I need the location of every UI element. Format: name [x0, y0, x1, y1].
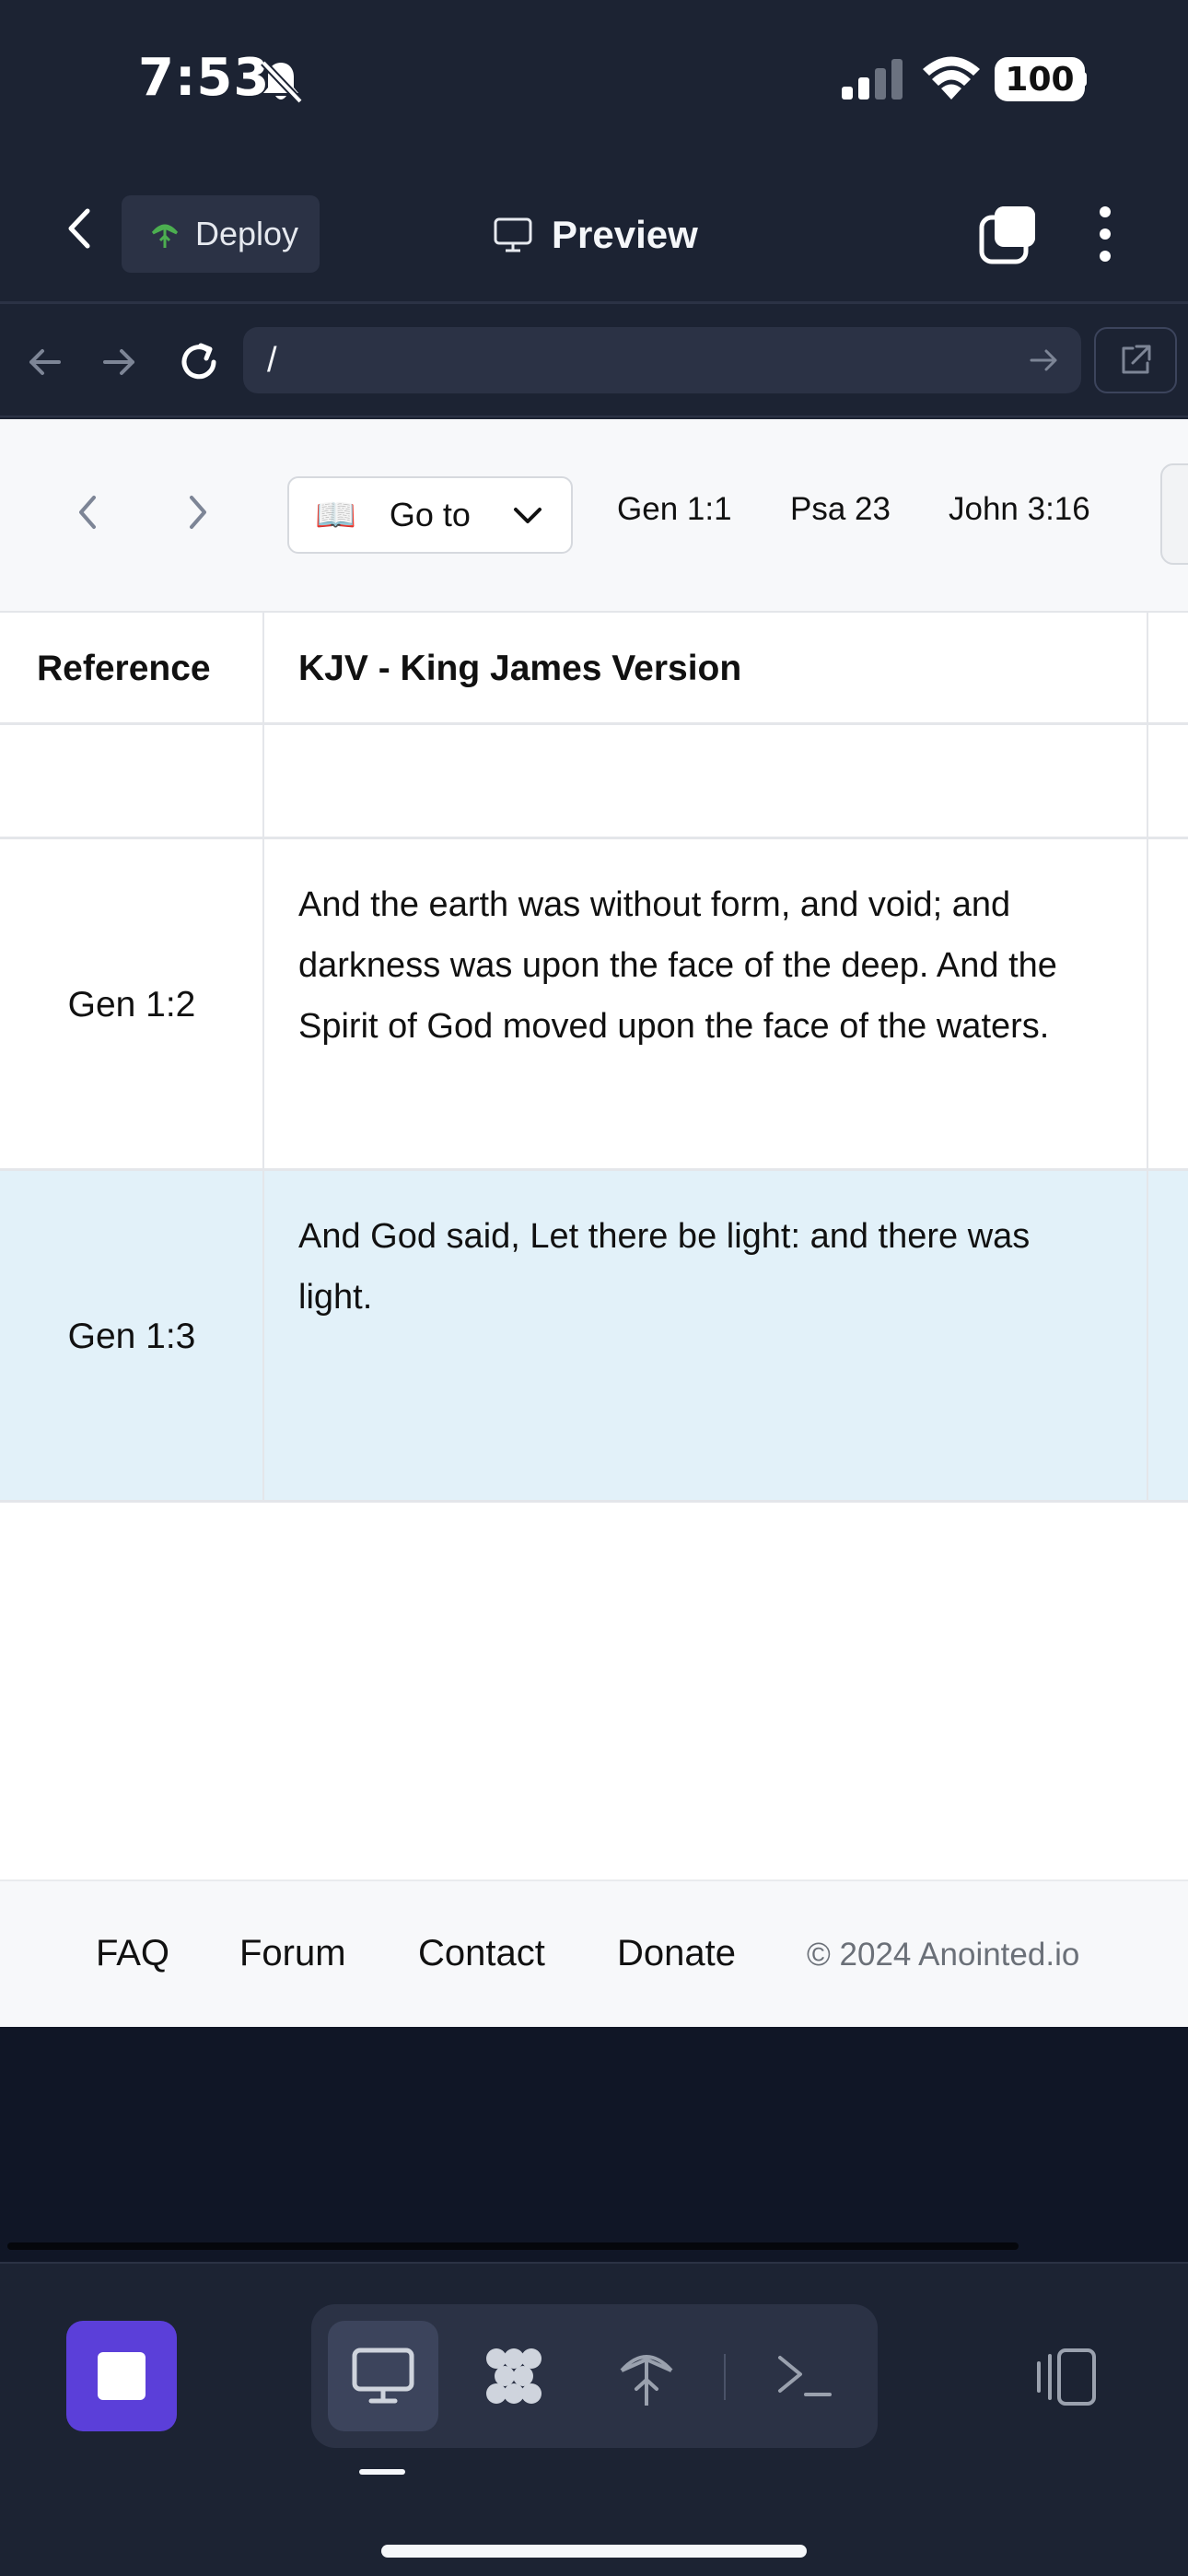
url-text: /: [267, 340, 277, 380]
bible-toolbar: 📖 Go to Gen 1:1 Psa 23 John 3:16: [0, 419, 1188, 613]
footer-link-forum[interactable]: Forum: [239, 1933, 346, 1974]
external-link-icon: [1122, 345, 1151, 374]
tabs-icon[interactable]: [976, 203, 1039, 265]
status-bar: 7:53 100: [0, 0, 1188, 161]
app-header: Deploy Preview: [0, 161, 1188, 304]
url-input[interactable]: /: [243, 327, 1081, 393]
row-verse-text: And God said, Let there be light: and th…: [298, 1217, 1031, 1317]
quick-link-john-3-16[interactable]: John 3:16: [949, 491, 1090, 528]
quick-link-psa-23[interactable]: Psa 23: [790, 491, 891, 528]
browser-forward-button[interactable]: [90, 333, 149, 392]
column-divider: [262, 613, 264, 1503]
active-tab-indicator: [359, 2469, 405, 2475]
bottom-toolbar: [0, 2262, 1188, 2576]
reload-icon: [181, 343, 216, 380]
preview-tab-button[interactable]: [328, 2321, 438, 2431]
monitor-icon: [494, 217, 532, 252]
stop-button[interactable]: [66, 2321, 177, 2431]
address-bar: /: [0, 307, 1188, 417]
deploy-icon: [151, 224, 179, 248]
stop-icon: [98, 2352, 146, 2400]
table-header: Reference KJV - King James Version: [0, 613, 1188, 725]
arrow-left-icon: [29, 349, 61, 375]
chevron-down-icon: [514, 508, 542, 523]
footer-link-faq[interactable]: FAQ: [96, 1933, 169, 1974]
site-footer: FAQ Forum Contact Donate © 2024 Anointed…: [0, 1879, 1188, 2027]
book-icon: 📖: [315, 497, 356, 534]
horizontal-scrollbar[interactable]: [7, 2242, 1019, 2250]
goto-dropdown[interactable]: 📖 Go to: [287, 476, 573, 554]
row-verse-text: And the earth was without form, and void…: [298, 885, 1057, 1046]
view-switcher: [311, 2304, 878, 2448]
workspace-tab-button[interactable]: [459, 2321, 569, 2431]
footer-link-donate[interactable]: Donate: [617, 1933, 736, 1974]
header-kjv: KJV - King James Version: [298, 649, 742, 688]
row-reference: Gen 1:2: [67, 985, 196, 1025]
deploy-icon: [620, 2355, 673, 2406]
previous-chapter-button[interactable]: [55, 480, 120, 544]
preview-background: [0, 2027, 1188, 2262]
back-button[interactable]: [48, 198, 109, 259]
monitor-icon: [352, 2348, 414, 2404]
footer-copyright: © 2024 Anointed.io: [807, 1937, 1080, 1973]
preview-title: Preview: [493, 202, 698, 268]
footer-link-contact[interactable]: Contact: [418, 1933, 545, 1974]
arrow-right-icon: [103, 349, 134, 375]
go-arrow-icon[interactable]: [1024, 340, 1065, 381]
browser-back-button[interactable]: [15, 333, 74, 392]
column-divider: [1147, 613, 1148, 1503]
toolbar-overflow-button[interactable]: [1160, 463, 1188, 565]
next-chapter-button[interactable]: [166, 480, 230, 544]
home-indicator[interactable]: [381, 2545, 807, 2558]
reload-button[interactable]: [169, 333, 228, 392]
bell-muted-icon: [261, 60, 303, 104]
terminal-icon: [778, 2356, 832, 2396]
row-reference: [0, 725, 263, 839]
nav-separator: [724, 2354, 726, 2400]
open-external-button[interactable]: [1094, 327, 1177, 393]
signal-icon: [842, 59, 903, 100]
chevron-right-icon: [190, 496, 206, 529]
quick-link-gen-1-1[interactable]: Gen 1:1: [617, 491, 732, 528]
more-vertical-icon[interactable]: [1087, 203, 1124, 265]
web-page: 📖 Go to Gen 1:1 Psa 23 John 3:16 Referen…: [0, 419, 1188, 2027]
workspace-icon: [486, 2348, 542, 2404]
status-time: 7:53: [138, 48, 271, 108]
chevron-left-icon: [79, 496, 96, 529]
table-row-selected: Gen 1:3 And God said, Let there be light…: [0, 1171, 1188, 1503]
console-tab-button[interactable]: [750, 2321, 860, 2431]
panels-icon[interactable]: [1031, 2347, 1098, 2407]
wifi-icon: [923, 56, 980, 100]
header-reference: Reference: [37, 649, 211, 688]
goto-label: Go to: [389, 496, 471, 533]
deploy-tab-button[interactable]: [591, 2321, 702, 2431]
deploy-label: Deploy: [195, 215, 299, 252]
preview-label: Preview: [552, 213, 698, 256]
chevron-left-icon: [68, 208, 90, 249]
row-reference: Gen 1:3: [67, 1317, 196, 1356]
table-row: Gen 1:2 And the earth was without form, …: [0, 839, 1188, 1171]
battery-tip: [1079, 72, 1087, 87]
battery-indicator: 100: [995, 57, 1085, 101]
table-row: [0, 725, 1188, 839]
deploy-button[interactable]: Deploy: [122, 195, 320, 273]
